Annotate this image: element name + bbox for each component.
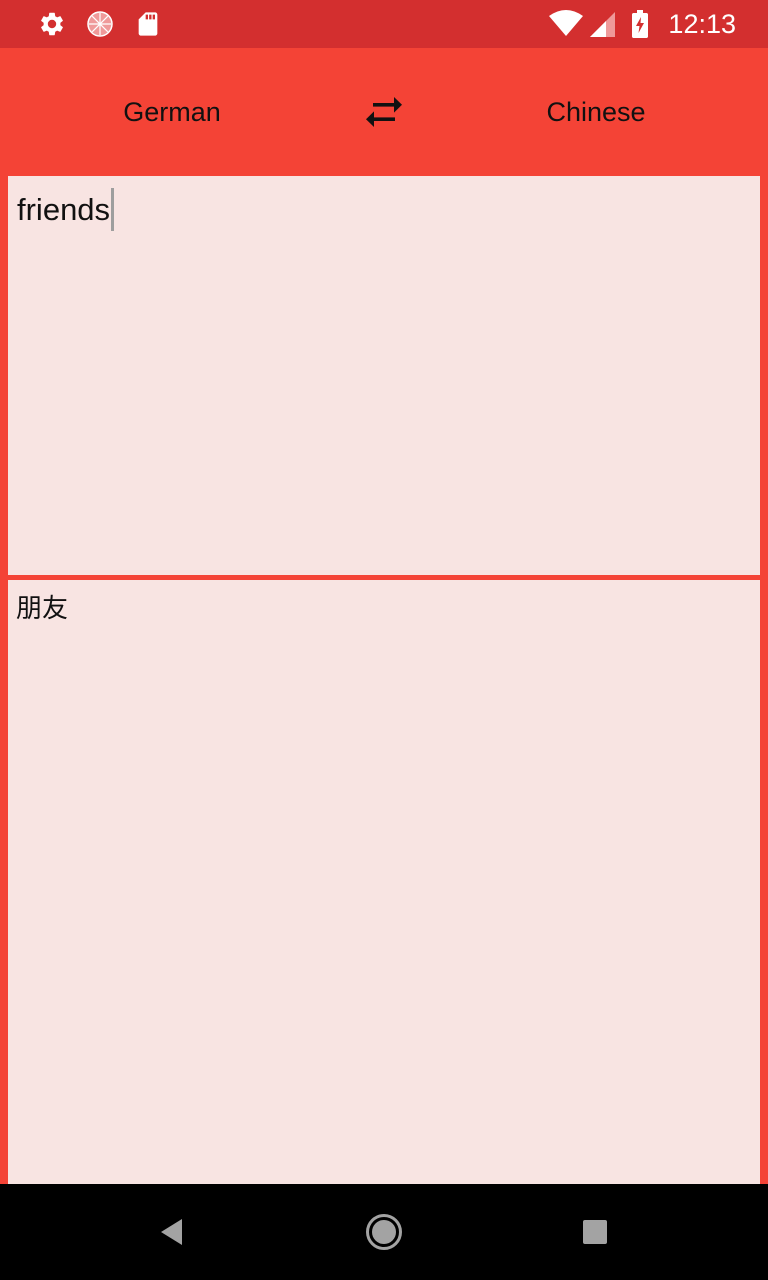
home-button[interactable] [364,1212,404,1252]
back-button[interactable] [152,1212,192,1252]
sd-card-icon [138,12,158,36]
swap-arrows-icon [366,97,402,127]
source-language-selector[interactable]: German [72,92,272,132]
settings-icon [41,12,63,36]
cell-signal-icon [590,12,615,37]
source-text-value: friends [17,191,111,227]
wifi-icon [549,10,583,36]
language-toolbar: German Chinese [0,48,768,176]
status-bar: 12:13 [0,0,768,48]
swap-languages-button[interactable] [360,92,408,132]
target-language-selector[interactable]: Chinese [496,92,696,132]
navigation-bar [0,1184,768,1280]
loading-circle-icon [87,11,113,37]
back-icon [161,1219,182,1245]
recents-button[interactable] [575,1212,615,1252]
source-text-input[interactable]: friends [8,176,760,575]
translated-text: 朋友 [16,594,69,624]
home-icon [366,1214,402,1250]
battery-charging-icon [632,10,648,38]
status-time: 12:13 [668,9,736,39]
translation-output: 朋友 [8,580,760,1184]
source-text-content[interactable]: friends [17,188,115,231]
recents-icon [583,1220,607,1244]
text-cursor [111,188,115,231]
